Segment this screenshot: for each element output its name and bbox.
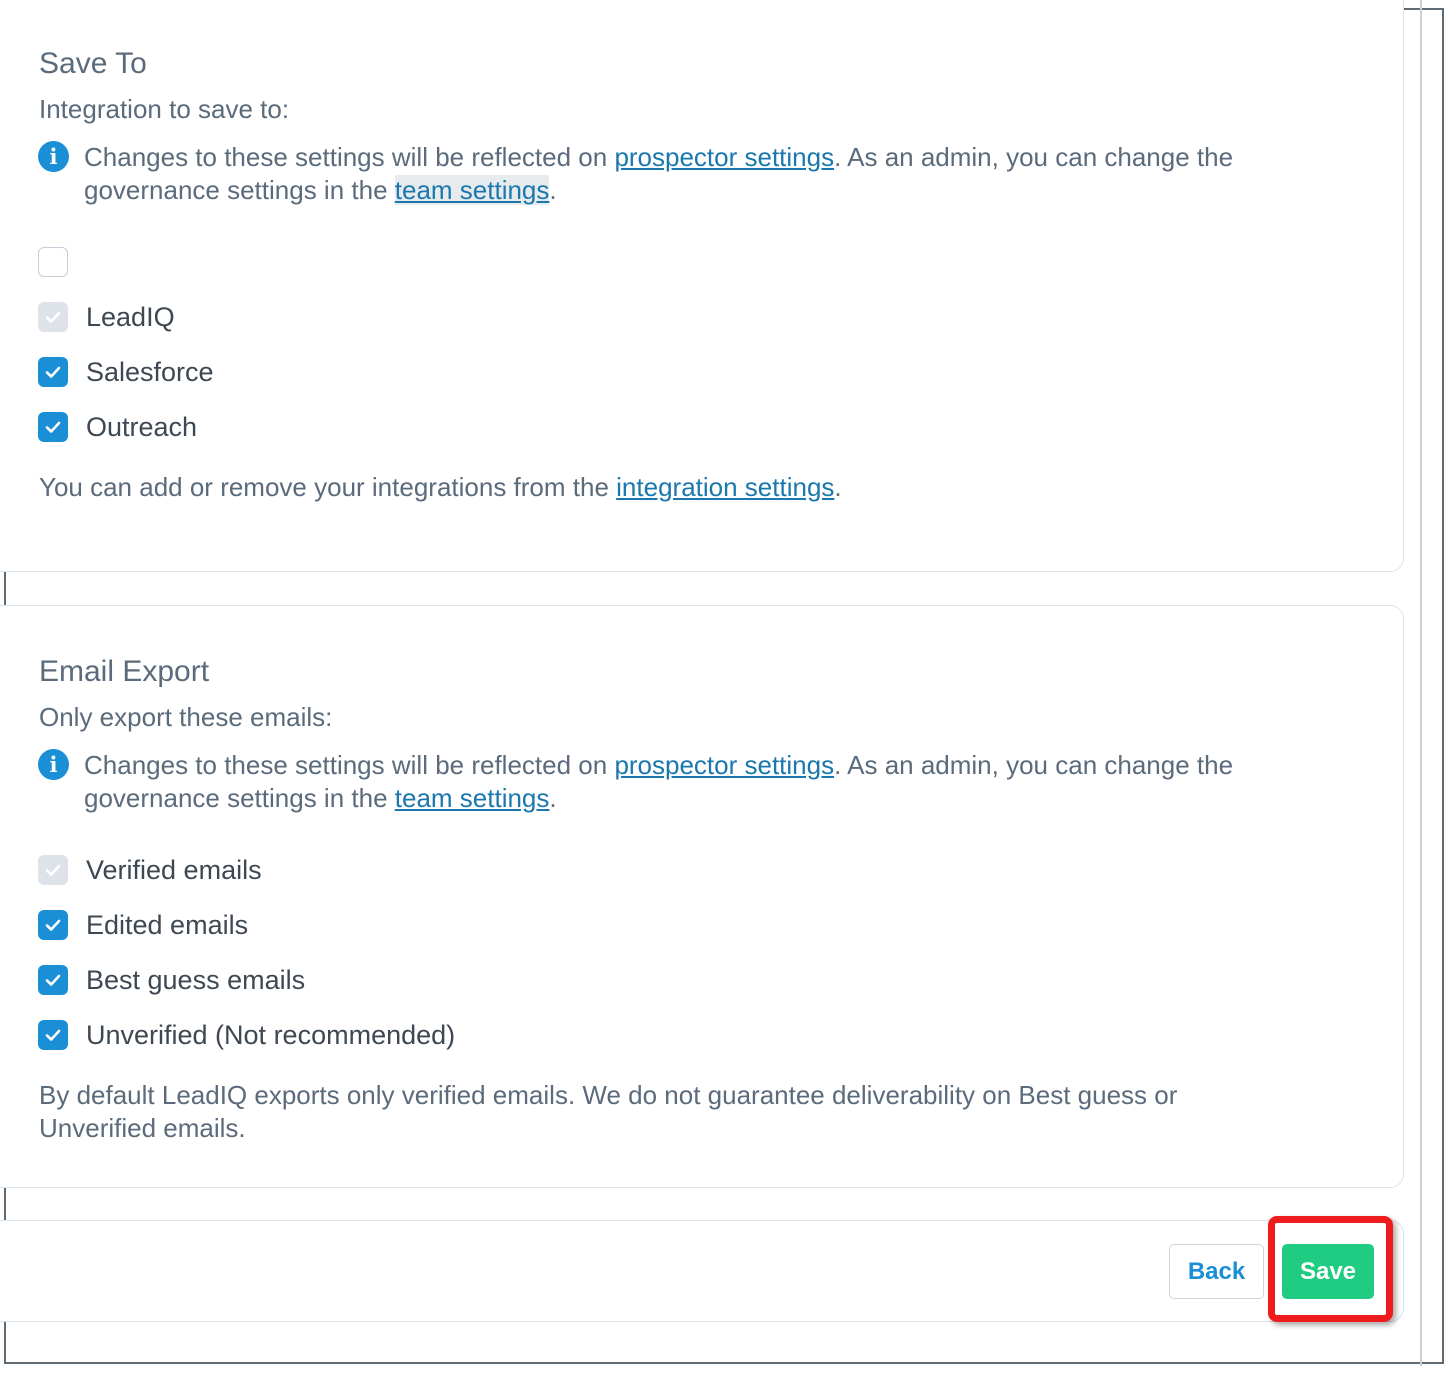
- email-option-best-guess[interactable]: Best guess emails: [38, 964, 305, 996]
- integration-option-outreach[interactable]: Outreach: [38, 411, 197, 443]
- prospector-settings-link[interactable]: prospector settings: [614, 142, 834, 172]
- scrollbar-track: [1420, 0, 1422, 1366]
- email-label-unverified: Unverified (Not recommended): [86, 1019, 456, 1050]
- integration-note: You can add or remove your integrations …: [39, 472, 842, 502]
- checkmark-icon: [45, 919, 61, 931]
- save-to-info-text: Changes to these settings will be reflec…: [84, 142, 1234, 205]
- integration-option-salesforce[interactable]: Salesforce: [38, 356, 214, 388]
- team-settings-link[interactable]: team settings: [394, 175, 550, 205]
- checkbox-checked[interactable]: [38, 1020, 68, 1050]
- checkmark-icon: [45, 1029, 61, 1041]
- email-label-verified: Verified emails: [86, 854, 262, 885]
- email-export-info-text: Changes to these settings will be reflec…: [84, 750, 1234, 813]
- checkbox-checked[interactable]: [38, 965, 68, 995]
- email-option-edited[interactable]: Edited emails: [38, 909, 248, 941]
- email-option-unverified[interactable]: Unverified (Not recommended): [38, 1019, 455, 1051]
- checkmark-icon: [45, 974, 61, 986]
- info-icon: i: [38, 141, 69, 172]
- email-export-title: Email Export: [39, 655, 210, 688]
- integration-option-leadiq: LeadIQ: [38, 301, 175, 333]
- info-icon: i: [38, 749, 69, 780]
- checkbox-checked[interactable]: [38, 357, 68, 387]
- screenshot-frame: Save To Integration to save to: i Change…: [0, 0, 1444, 1364]
- email-export-note: By default LeadIQ exports only verified …: [39, 1080, 1178, 1143]
- save-to-info: i Changes to these settings will be refl…: [38, 141, 1338, 207]
- email-option-verified: Verified emails: [38, 854, 262, 886]
- checkbox-unchecked[interactable]: [38, 247, 68, 277]
- team-settings-link[interactable]: team settings: [395, 783, 550, 813]
- checkmark-icon: [45, 311, 61, 323]
- checkmark-icon: [45, 864, 61, 876]
- checkbox-checked[interactable]: [38, 412, 68, 442]
- prospector-settings-link[interactable]: prospector settings: [614, 750, 834, 780]
- integration-settings-link[interactable]: integration settings: [616, 472, 834, 502]
- save-to-title: Save To: [39, 47, 147, 80]
- email-export-subtitle: Only export these emails:: [39, 702, 333, 732]
- email-label-best-guess: Best guess emails: [86, 964, 306, 995]
- checkbox-checked[interactable]: [38, 910, 68, 940]
- integration-label-leadiq: LeadIQ: [86, 301, 175, 332]
- checkmark-icon: [45, 366, 61, 378]
- checkbox-disabled: [38, 855, 68, 885]
- email-export-info: i Changes to these settings will be refl…: [38, 749, 1338, 815]
- save-to-subtitle: Integration to save to:: [39, 94, 290, 124]
- email-label-edited: Edited emails: [86, 909, 249, 940]
- back-button[interactable]: Back: [1169, 1244, 1264, 1299]
- integration-label-salesforce: Salesforce: [86, 356, 214, 387]
- save-button-highlight: [1268, 1216, 1393, 1322]
- checkmark-icon: [45, 421, 61, 433]
- integration-label-outreach: Outreach: [86, 411, 198, 442]
- checkbox-disabled: [38, 302, 68, 332]
- integration-option-unlabeled[interactable]: [38, 246, 86, 278]
